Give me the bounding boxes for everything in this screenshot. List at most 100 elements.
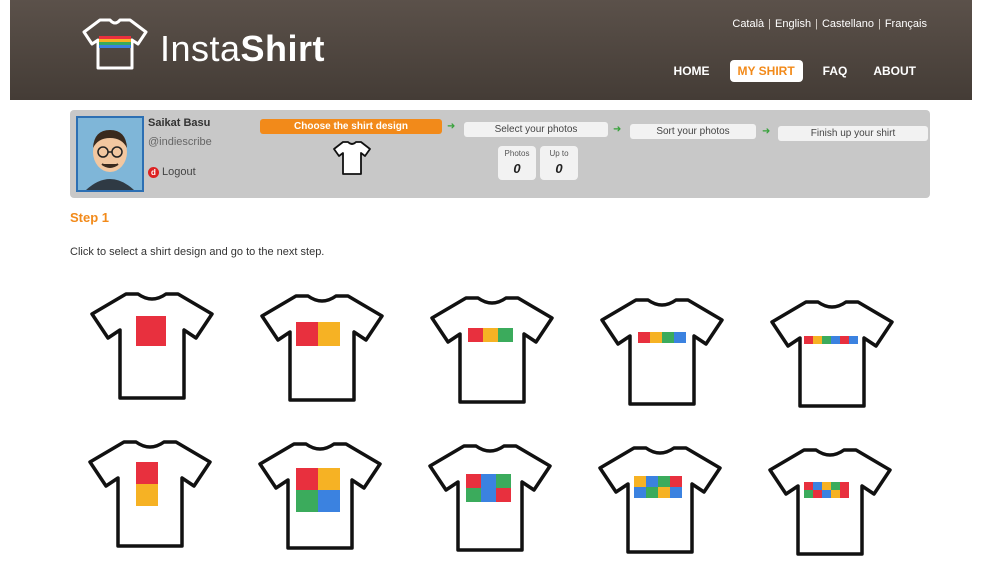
photo-slot [831,482,840,490]
photo-slot [318,322,340,346]
step-title: Step 1 [70,210,110,225]
photo-slot [496,474,511,488]
step-select-photos[interactable]: Select your photos [464,122,608,137]
tshirt-icon [598,446,722,554]
shirt-design-option[interactable] [88,290,216,402]
photo-slot [804,482,813,490]
arrow-right-icon: ➜ [762,126,771,137]
photos-counter-label: Photos [504,149,530,158]
photo-slot [840,482,849,490]
photo-slot [296,468,318,490]
photo-slot [822,490,831,498]
step-finish-shirt[interactable]: Finish up your shirt [778,126,928,141]
selected-shirt-icon [332,140,372,181]
photo-slot [646,487,658,498]
photo-slot [670,476,682,487]
tshirt-logo-icon[interactable] [80,16,150,77]
photo-slot [496,488,511,502]
logo-wordmark[interactable]: InstaShirt [160,28,325,70]
logo-text-bold: Shirt [240,28,326,69]
tshirt-icon [260,294,384,402]
nav-faq[interactable]: FAQ [817,61,854,81]
photo-slot [483,328,498,342]
tshirt-icon [88,440,212,548]
photo-slot [804,490,813,498]
photo-slot [658,487,670,498]
tshirt-icon [770,300,894,408]
photos-counter-value: 0 [513,161,521,176]
photo-slot [634,476,646,487]
tshirt-outline [768,448,892,556]
lang-separator: | [815,18,818,30]
photo-slot [670,487,682,498]
photo-slot [813,482,822,490]
user-name: Saikat Basu [148,117,211,129]
shirt-design-option[interactable] [768,298,896,410]
shirt-design-option[interactable] [426,442,554,554]
photo-slot [662,332,674,343]
photo-slot [813,336,822,344]
step-choose-design[interactable]: Choose the shirt design [260,119,442,134]
main-nav: HOME MY SHIRT FAQ ABOUT [668,60,922,82]
photo-slot [634,487,646,498]
tshirt-icon [768,448,892,556]
photo-slot [831,490,840,498]
nav-about[interactable]: ABOUT [867,61,922,81]
step-description: Click to select a shirt design and go to… [70,246,325,258]
photo-slot [658,476,670,487]
photo-slot [840,336,849,344]
photo-slot [296,322,318,346]
photo-slot [638,332,650,343]
logout-link[interactable]: d Logout [148,166,196,178]
photo-slot [481,488,496,502]
shirt-design-option[interactable] [258,292,386,404]
tshirt-outline [600,298,724,406]
lang-francais[interactable]: Français [885,18,927,30]
upto-counter-label: Up to [549,149,569,158]
nav-my-shirt[interactable]: MY SHIRT [729,60,803,82]
tshirt-icon [90,292,214,400]
logout-label: Logout [162,166,196,178]
nav-home[interactable]: HOME [668,61,716,81]
site-header: InstaShirt Català | English | Castellano | Fra… [10,0,972,100]
tshirt-outline [598,446,722,554]
arrow-right-icon: ➜ [613,124,622,135]
photo-slot [804,336,813,344]
photo-slot [468,328,483,342]
photo-slot [831,336,840,344]
lang-catala[interactable]: Català [732,18,764,30]
photo-slot [136,484,158,506]
upto-counter-value: 0 [555,161,563,176]
tshirt-outline [770,300,894,408]
lang-english[interactable]: English [775,18,811,30]
photo-slot [822,336,831,344]
photo-slot [813,490,822,498]
photo-slot [498,328,513,342]
shirt-design-option[interactable] [766,446,894,558]
shirt-design-option[interactable] [428,294,556,406]
photo-slot [318,490,340,512]
tshirt-icon [428,444,552,552]
photos-counter: Photos 0 [498,146,536,180]
tshirt-outline [430,296,554,404]
photo-slot [318,468,340,490]
shirt-design-option[interactable] [256,440,384,552]
shirt-design-option[interactable] [86,438,214,550]
photo-slot [822,482,831,490]
tshirt-icon [600,298,724,406]
photo-slot [674,332,686,343]
photo-slot [481,474,496,488]
user-handle[interactable]: @indiescribe [148,136,212,148]
photo-slot [466,488,481,502]
tshirt-icon [258,442,382,550]
tshirt-icon [430,296,554,404]
photo-slot [840,490,849,498]
photo-slot [136,462,158,484]
shirt-design-option[interactable] [598,296,726,408]
wizard-panel: Saikat Basu @indiescribe d Logout Choose… [70,110,930,198]
upto-counter: Up to 0 [540,146,578,180]
tshirt-outline [260,294,384,402]
lang-castellano[interactable]: Castellano [822,18,874,30]
shirt-design-option[interactable] [596,444,724,556]
step-sort-photos[interactable]: Sort your photos [630,124,756,139]
